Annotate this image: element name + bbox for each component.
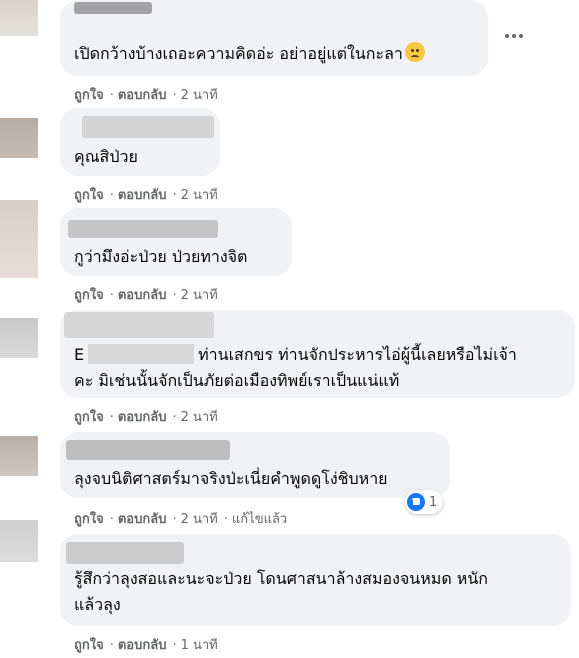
comment-actions: ถูกใจ · ตอบกลับ · 2 นาที — [74, 288, 218, 303]
reply-link[interactable]: ตอบกลับ — [118, 288, 167, 303]
edited-label[interactable]: แก้ไขแล้ว — [232, 512, 287, 527]
comment-bubble: รู้สึกว่าลุงสอและนะจะป่วย โดนศาสนาล้างสม… — [60, 534, 571, 626]
avatar[interactable] — [0, 436, 38, 476]
comment-text: รู้สึกว่าลุงสอและนะจะป่วย โดนศาสนาล้างสม… — [74, 569, 488, 588]
avatar[interactable] — [0, 0, 38, 36]
comment-bubble: เปิดกว้างบ้างเถอะความคิดอ่ะ อย่าอยู่แต่ใ… — [60, 0, 488, 76]
commenter-initial: E — [74, 345, 85, 364]
comment-text: คุณสิป่วย — [74, 147, 138, 166]
reply-link[interactable]: ตอบกลับ — [118, 188, 167, 203]
comment-actions: ถูกใจ · ตอบกลับ · 2 นาที — [74, 188, 218, 203]
timestamp[interactable]: 2 นาที — [181, 512, 218, 527]
comment-text-line-2: คะ มิเช่นนั้นจักเป็นภัยต่อเมืองทิพย์เราเ… — [74, 371, 400, 390]
comment-bubble: ลุงจบนิติศาสตร์มาจริงป่ะเนี่ยคำพูดดูโง่ช… — [60, 432, 450, 498]
commenter-name[interactable] — [74, 2, 152, 14]
comment-actions: ถูกใจ · ตอบกลับ · 2 นาที · แก้ไขแล้ว — [74, 512, 288, 527]
comment-text: ลุงจบนิติศาสตร์มาจริงป่ะเนี่ยคำพูดดูโง่ช… — [74, 469, 388, 488]
avatar[interactable] — [0, 318, 38, 358]
comment-text: E ท่านเสกขร ท่านจักประหารไอ่ผู้นี้เลยหรือ… — [74, 344, 517, 364]
commenter-name[interactable] — [64, 312, 214, 338]
reaction-summary[interactable]: 1 — [405, 490, 444, 514]
timestamp[interactable]: 2 นาที — [181, 188, 218, 203]
comment-text: กูว่ามึงอ่ะป่วย ป่วยทางจิต — [74, 247, 248, 266]
timestamp[interactable]: 2 นาที — [181, 410, 218, 425]
worried-face-emoji-icon — [404, 42, 425, 62]
like-reaction-icon — [407, 493, 425, 511]
like-link[interactable]: ถูกใจ — [74, 188, 104, 203]
like-link[interactable]: ถูกใจ — [74, 88, 104, 103]
more-options-icon[interactable] — [503, 30, 525, 42]
comment-text-line-2: แล้วลุง — [74, 595, 121, 614]
like-link[interactable]: ถูกใจ — [74, 410, 104, 425]
reply-link[interactable]: ตอบกลับ — [118, 512, 167, 527]
timestamp[interactable]: 2 นาที — [181, 288, 218, 303]
reaction-count: 1 — [429, 494, 438, 510]
like-link[interactable]: ถูกใจ — [74, 512, 104, 527]
reply-link[interactable]: ตอบกลับ — [118, 88, 167, 103]
comment-actions: ถูกใจ · ตอบกลับ · 2 นาที — [74, 88, 218, 103]
timestamp[interactable]: 2 นาที — [181, 88, 218, 103]
commenter-name[interactable] — [66, 542, 184, 564]
like-link[interactable]: ถูกใจ — [74, 638, 104, 653]
comment-bubble: คุณสิป่วย — [60, 108, 220, 176]
reply-link[interactable]: ตอบกลับ — [118, 410, 167, 425]
reply-link[interactable]: ตอบกลับ — [118, 638, 167, 653]
comment-actions: ถูกใจ · ตอบกลับ · 2 นาที — [74, 410, 218, 425]
comment-bubble: E ท่านเสกขร ท่านจักประหารไอ่ผู้นี้เลยหรือ… — [60, 310, 575, 398]
comment-bubble: กูว่ามึงอ่ะป่วย ป่วยทางจิต — [60, 208, 292, 276]
avatar[interactable] — [0, 520, 38, 562]
like-link[interactable]: ถูกใจ — [74, 288, 104, 303]
avatar[interactable] — [0, 118, 38, 158]
comment-text: เปิดกว้างบ้างเถอะความคิดอ่ะ อย่าอยู่แต่ใ… — [74, 41, 425, 67]
commenter-name[interactable] — [68, 220, 218, 238]
timestamp[interactable]: 1 นาที — [181, 638, 218, 653]
comment-actions: ถูกใจ · ตอบกลับ · 1 นาที — [74, 638, 218, 653]
avatar[interactable] — [0, 200, 38, 278]
commenter-name[interactable] — [82, 116, 214, 138]
commenter-name[interactable] — [66, 440, 230, 460]
